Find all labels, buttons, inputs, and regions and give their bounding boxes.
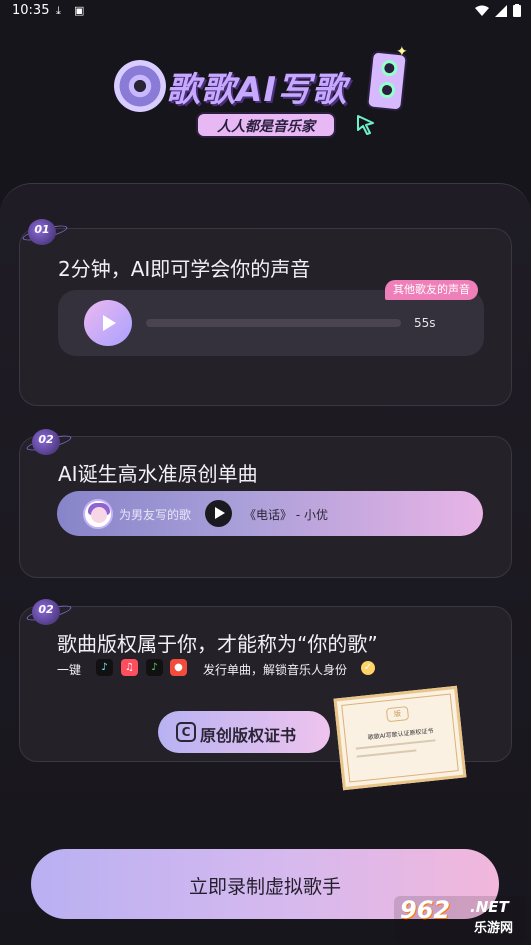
netease-music-icon: ● — [170, 659, 187, 676]
cursor-icon — [357, 115, 374, 135]
copyright-icon: C — [176, 722, 196, 742]
download-icon: ⤓ — [56, 4, 61, 17]
step-badge: 01 — [21, 219, 69, 245]
card-title: 2分钟，AI即可学会你的声音 — [58, 257, 311, 281]
douyin-icon: ♪ — [96, 659, 113, 676]
step-badge: 02 — [25, 429, 73, 455]
one-key-text: 一键 — [57, 663, 82, 677]
song-play-button[interactable] — [205, 500, 232, 527]
song-name: 《电话》 - 小优 — [244, 508, 328, 522]
wifi-icon — [475, 5, 489, 16]
certificate-label: 原创版权证书 — [200, 726, 297, 745]
avatar — [83, 499, 113, 529]
watermark-net: .NET — [470, 898, 509, 916]
photo-icon: ▣ — [74, 4, 85, 17]
release-text: 发行单曲，解锁音乐人身份 — [203, 663, 348, 677]
status-time: 10:35 — [12, 3, 50, 18]
watermark-number: 962 — [400, 896, 451, 924]
audio-progress-bar[interactable] — [146, 319, 401, 327]
signal-icon — [495, 4, 507, 17]
certificate-image: 版 歌歌AI写歌认证原权证书 — [333, 685, 467, 791]
app-logo-title: 歌歌AI写歌 — [166, 70, 347, 110]
music-icon: ♪ — [146, 659, 163, 676]
song-prompt-text: 为男友写的歌 — [119, 508, 192, 522]
status-right-icons — [475, 4, 521, 17]
app-logo-subtitle: 人人都是音乐家 — [196, 112, 336, 138]
watermark-cn: 乐游网 — [474, 921, 514, 936]
cta-label[interactable]: 立即录制虚拟歌手 — [31, 872, 499, 899]
qq-music-icon: ♫ — [121, 659, 138, 676]
card-title: 歌曲版权属于你，才能称为“你的歌” — [57, 632, 378, 656]
audio-duration: 55s — [414, 316, 436, 330]
card-title: AI诞生高水准原创单曲 — [58, 462, 258, 486]
sparkle-icon: ✦ — [396, 44, 408, 60]
verified-icon: ✓ — [361, 661, 375, 675]
other-voices-tag[interactable]: 其他歌友的声音 — [385, 280, 478, 300]
battery-icon — [513, 4, 521, 17]
disc-logo-icon — [114, 60, 166, 112]
play-button[interactable] — [84, 300, 132, 346]
step-badge: 02 — [25, 599, 73, 625]
